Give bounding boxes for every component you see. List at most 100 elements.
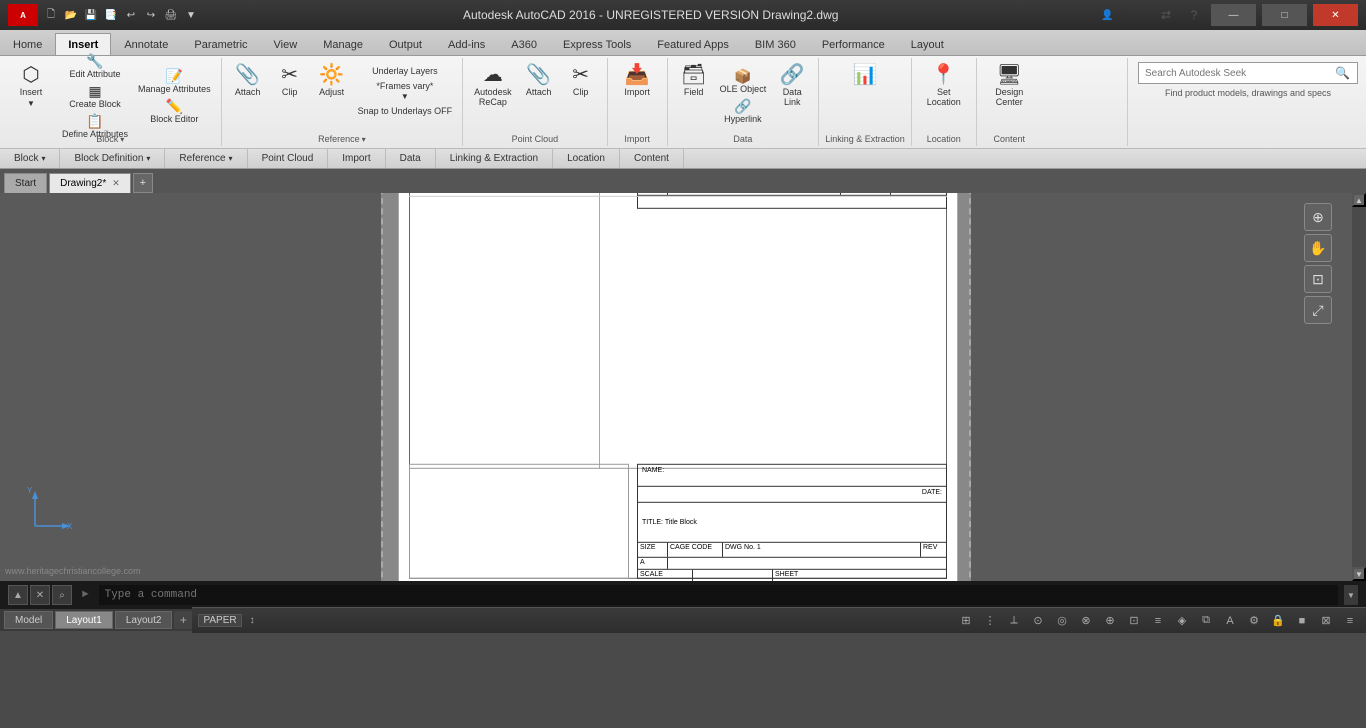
set-location-button[interactable]: 📍 SetLocation — [922, 62, 966, 130]
extraction-button[interactable]: 📊 — [842, 62, 887, 130]
pan-button[interactable]: ✋ — [1304, 234, 1332, 262]
attach-button[interactable]: 📎 Attach — [228, 62, 268, 130]
attach-pc-button[interactable]: 📎 Attach — [519, 62, 559, 130]
layout1-tab[interactable]: Layout1 — [55, 611, 113, 629]
redo-button[interactable]: ↪ — [142, 6, 160, 24]
polar-icon[interactable]: ⊙ — [1028, 611, 1048, 631]
frames-dropdown[interactable]: ▼ — [401, 92, 409, 101]
model-label[interactable]: ↕ — [246, 615, 259, 626]
workspace-icon[interactable]: ⚙ — [1244, 611, 1264, 631]
isolate-icon[interactable]: ⊠ — [1316, 611, 1336, 631]
manage-attributes-button[interactable]: 📝 Manage Attributes — [134, 67, 215, 96]
zoom-button[interactable]: ⊡ — [1304, 265, 1332, 293]
maximize-button[interactable]: □ — [1262, 4, 1307, 26]
right-scrollbar[interactable]: ▲ ▼ — [1352, 193, 1366, 581]
tab-featuredapps[interactable]: Featured Apps — [644, 33, 742, 55]
doc-tab-drawing2[interactable]: Drawing2* ✕ — [49, 173, 131, 193]
saveas-button[interactable]: 📑 — [102, 6, 120, 24]
data-link-button[interactable]: 🔗 DataLink — [772, 62, 812, 130]
transparency-icon[interactable]: ◈ — [1172, 611, 1192, 631]
groups-bar-block-definition[interactable]: Block Definition ▾ — [60, 149, 165, 168]
groups-bar-reference[interactable]: Reference ▾ — [165, 149, 247, 168]
exchange-icon[interactable]: ⇄ — [1155, 4, 1177, 26]
tab-a360[interactable]: A360 — [498, 33, 550, 55]
undo-button[interactable]: ↩ — [122, 6, 140, 24]
groups-bar-pointcloud[interactable]: Point Cloud — [248, 149, 329, 168]
otrack-icon[interactable]: ⊕ — [1100, 611, 1120, 631]
grid-icon[interactable]: ⊞ — [956, 611, 976, 631]
groups-bar-block[interactable]: Block ▾ — [0, 149, 60, 168]
ole-button[interactable]: 📦 OLE Object — [716, 67, 771, 96]
reference-group-arrow[interactable]: ▾ — [362, 135, 366, 144]
minimize-button[interactable]: — — [1211, 4, 1256, 26]
groups-bar-import[interactable]: Import — [328, 149, 385, 168]
open-button[interactable]: 📂 — [62, 6, 80, 24]
drawing2-close-icon[interactable]: ✕ — [112, 178, 120, 189]
block-editor-button[interactable]: ✏️ Block Editor — [134, 97, 215, 126]
cmd-close-button[interactable]: ✕ — [30, 585, 50, 605]
sign-in-label[interactable]: Sign In — [1118, 10, 1149, 21]
edit-attribute-button[interactable]: 🔧 Edit Attribute — [58, 52, 132, 81]
autocad-logo[interactable]: A — [8, 4, 38, 26]
groups-bar-linking[interactable]: Linking & Extraction — [436, 149, 553, 168]
tab-manage[interactable]: Manage — [310, 33, 376, 55]
scroll-down-button[interactable]: ▼ — [1352, 567, 1366, 581]
clip-button[interactable]: ✂ Clip — [270, 62, 310, 130]
tab-addins[interactable]: Add-ins — [435, 33, 498, 55]
groups-bar-data[interactable]: Data — [386, 149, 436, 168]
insert-button[interactable]: ⬡ Insert ▼ — [6, 62, 56, 130]
insert-dropdown[interactable]: ▼ — [27, 99, 35, 108]
orbit-button[interactable]: ⊕ — [1304, 203, 1332, 231]
groups-bar-location[interactable]: Location — [553, 149, 620, 168]
selection-icon[interactable]: ⧉ — [1196, 611, 1216, 631]
save-button[interactable]: 💾 — [82, 6, 100, 24]
adjust-button[interactable]: 🔆 Adjust — [312, 62, 352, 130]
ortho-icon[interactable]: ⟂ — [1004, 611, 1024, 631]
block-group-arrow[interactable]: ▾ — [120, 135, 124, 144]
scroll-track[interactable] — [1352, 207, 1366, 567]
model-tab[interactable]: Model — [4, 611, 53, 629]
search-input[interactable] — [1145, 68, 1335, 79]
frames-vary-button[interactable]: *Frames vary* ▼ — [354, 79, 457, 103]
new-tab-button[interactable]: + — [133, 173, 153, 193]
clip-pc-button[interactable]: ✂ Clip — [561, 62, 601, 130]
ucs-icon-status[interactable]: ⊡ — [1124, 611, 1144, 631]
new-button[interactable]: 🗋 — [42, 6, 60, 24]
tab-home[interactable]: Home — [0, 33, 55, 55]
tab-performance[interactable]: Performance — [809, 33, 898, 55]
groups-bar-content[interactable]: Content — [620, 149, 684, 168]
search-icon[interactable]: 🔍 — [1335, 66, 1350, 80]
import-button[interactable]: 📥 Import — [617, 62, 657, 130]
add-layout-button[interactable]: + — [174, 611, 192, 629]
cmd-scroll-button[interactable]: ▼ — [1344, 585, 1358, 605]
scroll-up-button[interactable]: ▲ — [1352, 193, 1366, 207]
osnap-icon[interactable]: ◎ — [1052, 611, 1072, 631]
search-box[interactable]: 🔍 — [1138, 62, 1358, 84]
doc-tab-start[interactable]: Start — [4, 173, 47, 193]
customize-icon[interactable]: ≡ — [1340, 611, 1360, 631]
layout2-tab[interactable]: Layout2 — [115, 611, 173, 629]
tab-output[interactable]: Output — [376, 33, 435, 55]
hyperlink-button[interactable]: 🔗 Hyperlink — [716, 97, 771, 126]
snap-underlays-button[interactable]: Snap to Underlays OFF — [354, 104, 457, 118]
command-input[interactable] — [99, 585, 1338, 605]
tab-bim360[interactable]: BIM 360 — [742, 33, 809, 55]
tab-expresstools[interactable]: Express Tools — [550, 33, 644, 55]
design-center-button[interactable]: 🖥 DesignCenter — [989, 62, 1029, 130]
hardware-icon[interactable]: ■ — [1292, 611, 1312, 631]
plot-button[interactable]: 🖨 — [162, 6, 180, 24]
lineweight-icon[interactable]: ≡ — [1148, 611, 1168, 631]
close-button[interactable]: ✕ — [1313, 4, 1358, 26]
canvas-area[interactable]: REVISION HISTORY REV DESCRIPTION DATE AP… — [0, 193, 1352, 581]
recap-button[interactable]: ☁ AutodeskReCap — [469, 62, 517, 130]
field-button[interactable]: 🗃 Field — [674, 62, 714, 130]
create-block-button[interactable]: ▦ Create Block — [58, 82, 132, 111]
tab-layout[interactable]: Layout — [898, 33, 957, 55]
underlay-layers-button[interactable]: Underlay Layers — [354, 64, 457, 78]
snap-icon[interactable]: ⋮ — [980, 611, 1000, 631]
lock-icon[interactable]: 🔒 — [1268, 611, 1288, 631]
tab-view[interactable]: View — [261, 33, 311, 55]
question-icon[interactable]: ? — [1183, 4, 1205, 26]
cmd-search-button[interactable]: ⌕ — [52, 585, 72, 605]
annotation-icon[interactable]: A — [1220, 611, 1240, 631]
